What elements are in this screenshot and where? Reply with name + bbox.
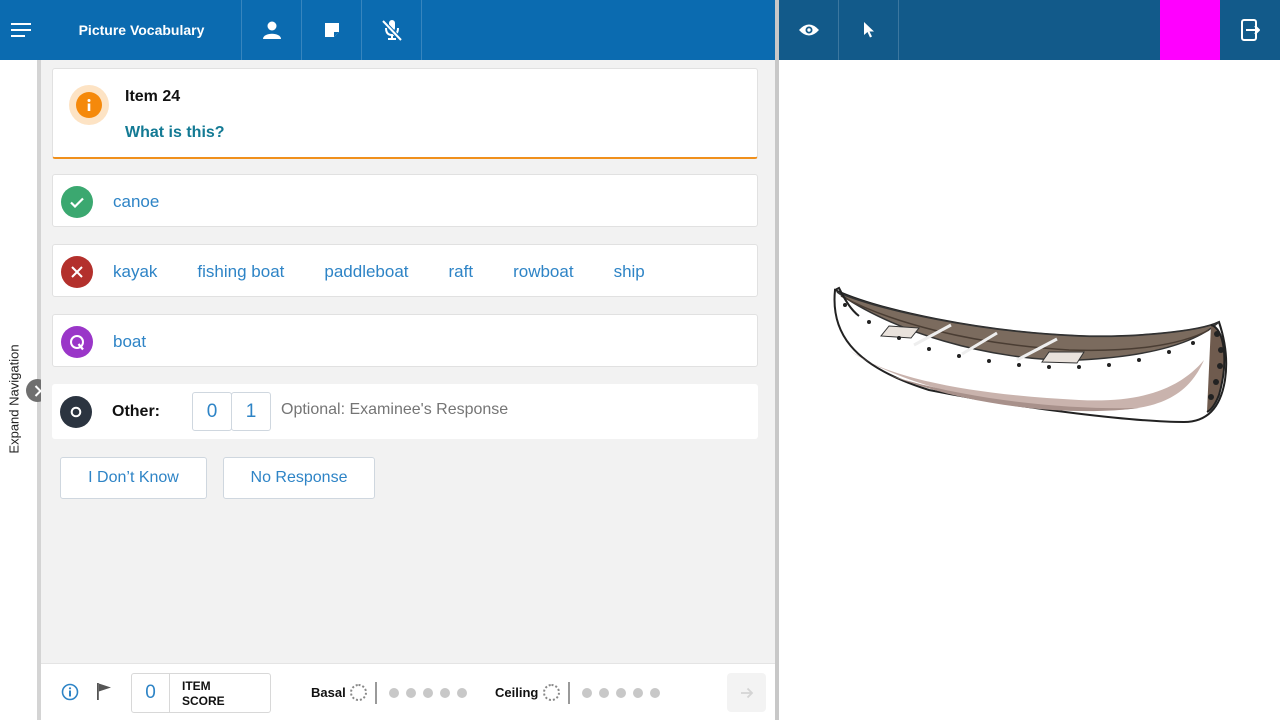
query-responses-row: boat <box>52 314 758 367</box>
person-icon <box>262 21 281 39</box>
ceiling-dot <box>582 688 592 698</box>
score-0-button[interactable]: 0 <box>192 392 232 431</box>
pointer-icon <box>863 22 874 38</box>
basal-label: Basal <box>311 685 346 700</box>
basal-status-icon <box>350 684 367 701</box>
response-word[interactable]: raft <box>449 262 474 282</box>
info-icon <box>76 92 102 118</box>
exit-screen-icon <box>1241 19 1260 41</box>
score-1-button[interactable]: 1 <box>231 392 271 431</box>
response-word[interactable]: canoe <box>113 192 159 212</box>
response-word[interactable]: paddleboat <box>324 262 408 282</box>
x-icon <box>61 256 93 288</box>
menu-icon <box>11 23 31 37</box>
ceiling-status-icon <box>543 684 560 701</box>
response-word[interactable]: rowboat <box>513 262 573 282</box>
examinee-response-input[interactable] <box>281 401 701 419</box>
response-word[interactable]: fishing boat <box>197 262 284 282</box>
app-title: Picture Vocabulary <box>42 0 242 60</box>
item-score-value: 0 <box>132 674 170 712</box>
header-bar: Picture Vocabulary <box>0 0 775 60</box>
item-card: Item 24 What is this? <box>52 68 758 159</box>
response-word[interactable]: kayak <box>113 262 157 282</box>
basal-dot <box>440 688 450 698</box>
arrow-right-icon <box>740 687 753 698</box>
basal-dot <box>457 688 467 698</box>
examinee-button[interactable] <box>242 0 302 60</box>
eye-icon <box>798 24 819 36</box>
item-score-panel: 0 ITEM SCORE <box>131 673 271 713</box>
footer-bar: 0 ITEM SCORE Basal Ceiling <box>41 663 775 720</box>
check-icon <box>61 186 93 218</box>
mute-button[interactable] <box>362 0 422 60</box>
exit-screen-button[interactable] <box>1220 0 1280 60</box>
canoe-picture <box>833 286 1228 424</box>
note-icon <box>324 23 339 37</box>
preview-button[interactable] <box>779 0 839 60</box>
magenta-marker <box>1160 0 1220 60</box>
mic-off-icon <box>381 19 402 41</box>
correct-responses-row: canoe <box>52 174 758 227</box>
item-score-label: ITEM SCORE <box>182 679 225 708</box>
ceiling-dot <box>599 688 609 698</box>
flag-icon[interactable] <box>96 682 112 706</box>
item-title: Item 24 <box>125 88 181 105</box>
ceiling-dot <box>616 688 626 698</box>
notes-button[interactable] <box>302 0 362 60</box>
other-response-row: Other: 0 1 <box>52 384 758 439</box>
stimulus-header-bar <box>779 0 1280 60</box>
menu-button[interactable] <box>0 0 42 60</box>
info-outline-icon[interactable] <box>61 683 79 706</box>
pointer-button[interactable] <box>839 0 899 60</box>
circle-icon <box>60 396 92 428</box>
response-word[interactable]: ship <box>614 262 645 282</box>
ceiling-label: Ceiling <box>495 685 539 700</box>
next-item-button[interactable] <box>727 673 766 712</box>
q-icon <box>61 326 93 358</box>
incorrect-responses-row: kayak fishing boat paddleboat raft rowbo… <box>52 244 758 297</box>
scoring-panel: Item 24 What is this? canoe kayak fishin… <box>41 60 775 663</box>
basal-dot <box>423 688 433 698</box>
stimulus-panel <box>779 60 1280 720</box>
expand-navigation-label[interactable]: Expand Navigation <box>6 336 22 462</box>
no-response-button[interactable]: No Response <box>223 457 375 499</box>
item-question: What is this? <box>125 124 225 141</box>
basal-dot <box>406 688 416 698</box>
response-word[interactable]: boat <box>113 332 146 352</box>
ceiling-dot <box>633 688 643 698</box>
dont-know-button[interactable]: I Don’t Know <box>60 457 207 499</box>
ceiling-dot <box>650 688 660 698</box>
other-label: Other: <box>112 403 160 420</box>
basal-dot <box>389 688 399 698</box>
